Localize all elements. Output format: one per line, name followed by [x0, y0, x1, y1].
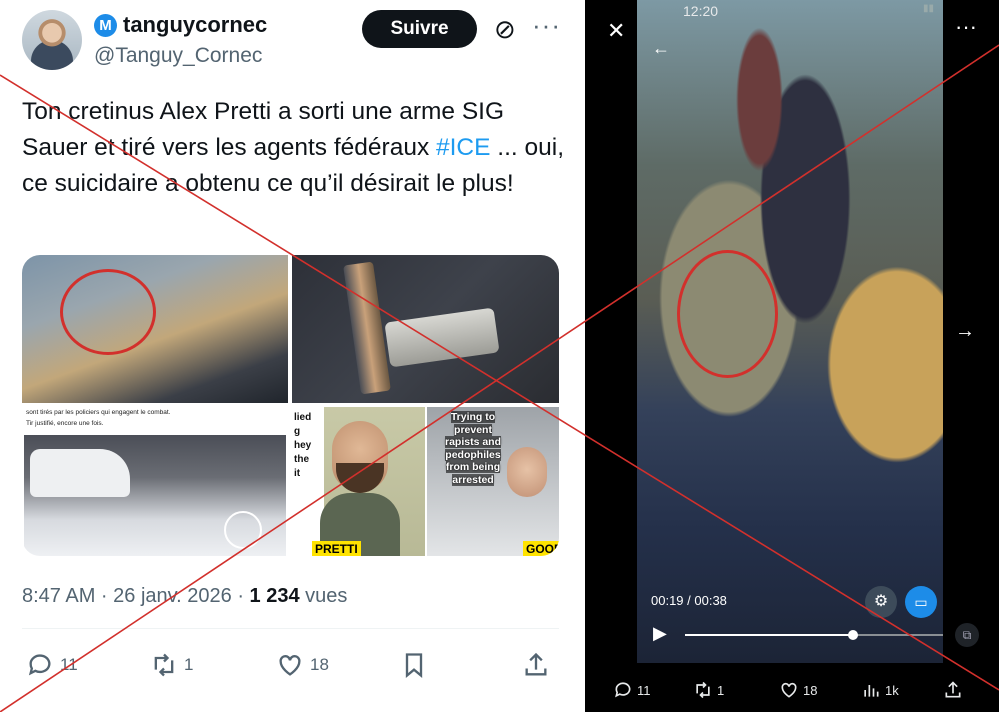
like-count: 18 [803, 682, 818, 698]
views-label: vues [299, 585, 348, 607]
video-timecode: 00:19 / 00:38 [651, 593, 727, 608]
tweet-text-part: Ton cretinus Alex Pretti a sorti une arm… [22, 98, 505, 161]
divider [22, 628, 559, 629]
like-button[interactable]: 18 [276, 651, 329, 679]
media-image-4[interactable]: lied g hey the it PRETTI [292, 407, 425, 556]
reply-count: 11 [637, 682, 651, 698]
repost-icon [154, 653, 174, 677]
repost-button[interactable]: 1 [693, 680, 724, 700]
text-fragment: the [294, 454, 309, 465]
repost-count: 1 [184, 655, 194, 674]
more-options-icon[interactable]: ··· [955, 14, 977, 40]
user-handle[interactable]: @Tanguy_Cornec [94, 44, 262, 68]
text-fragment: g [294, 426, 301, 437]
red-circle-annotation [677, 250, 778, 378]
like-button[interactable]: 18 [779, 680, 817, 700]
follow-button[interactable]: Suivre [362, 10, 477, 48]
text-fragment: it [294, 468, 301, 479]
video-progress-fill [685, 634, 853, 636]
media-caption: sont tirés par les policiers qui engagen… [26, 409, 171, 416]
video-action-bar: 11 1 18 1k [585, 666, 999, 712]
picture-in-picture-icon[interactable]: ⧉ [955, 623, 979, 647]
repost-button[interactable]: 1 [150, 651, 193, 679]
image-label: GOOD [523, 541, 559, 556]
reply-icon [615, 682, 631, 698]
share-button[interactable] [943, 680, 963, 700]
image-label: PRETTI [312, 541, 361, 556]
like-count: 18 [310, 655, 329, 674]
video-progress-handle[interactable] [847, 630, 858, 640]
street-scene-image [24, 435, 286, 556]
status-bar-time: 12:20 [683, 3, 719, 19]
text-fragment: hey [294, 440, 312, 451]
next-arrow-icon[interactable]: → [955, 320, 975, 343]
overlay-text: Trying to prevent rapists and pedophiles… [437, 411, 509, 486]
tweet-panel: M tanguycornec @Tanguy_Cornec Suivre ⊘ ·… [0, 0, 580, 712]
verified-badge-icon: M [94, 14, 117, 37]
media-image-5[interactable]: Trying to prevent rapists and pedophiles… [427, 407, 559, 556]
magazine-shape [343, 261, 391, 395]
reply-button[interactable]: 11 [26, 651, 78, 679]
media-grid[interactable]: sont tirés par les policiers qui engagen… [22, 255, 559, 556]
white-circle-annotation [224, 511, 262, 549]
media-image-2[interactable] [292, 255, 559, 403]
share-icon [525, 652, 547, 676]
text-fragment: lied [294, 412, 312, 423]
repost-count: 1 [717, 682, 725, 698]
signal-icon: ▮▮ [923, 3, 935, 14]
reply-icon [28, 654, 51, 676]
video-progress-bar[interactable] [685, 630, 943, 640]
tweet-text: Ton cretinus Alex Pretti a sorti une arm… [22, 94, 567, 202]
video-frame[interactable]: ← [637, 0, 943, 663]
reply-count: 11 [60, 655, 78, 674]
pistol-shape [384, 307, 500, 368]
close-icon[interactable]: ✕ [607, 18, 625, 44]
action-bar: 11 1 18 [22, 651, 559, 691]
bookmark-button[interactable] [400, 651, 428, 679]
person-face [507, 447, 547, 497]
red-circle-annotation [60, 269, 156, 355]
play-icon[interactable]: ▶ [653, 623, 667, 644]
bookmark-icon [405, 653, 423, 678]
video-viewer-panel: ← 12:20 ▮▮ ✕ ··· → 00:19 / 00:38 ⚙ ▭ ▶ ⧉… [585, 0, 999, 712]
display-name[interactable]: tanguycornec [123, 12, 267, 38]
views-count: 1 234 [249, 585, 300, 607]
tweet-metadata: 8:47 AM · 26 janv. 2026 · 1 234 vues [22, 585, 347, 608]
views-button[interactable]: 1k [861, 680, 899, 700]
heart-icon [279, 655, 301, 676]
repost-icon [696, 681, 710, 699]
media-image-1[interactable] [22, 255, 288, 403]
overlay-text-content: Trying to prevent rapists and pedophiles… [444, 411, 502, 486]
back-arrow-icon[interactable]: ← [652, 38, 670, 59]
views-count: 1k [885, 682, 899, 698]
media-caption: Tir justifié, encore une fois. [26, 420, 104, 427]
analytics-icon [864, 685, 879, 697]
more-options-icon[interactable]: ··· [532, 10, 561, 41]
share-button[interactable] [522, 651, 550, 679]
grok-icon[interactable]: ⊘ [494, 14, 516, 45]
person-beard [336, 463, 384, 493]
airplay-icon[interactable]: ▭ [905, 586, 937, 618]
heart-icon [781, 682, 797, 698]
share-icon [945, 681, 961, 698]
hashtag-link[interactable]: #ICE [436, 134, 490, 161]
car-shape [30, 449, 130, 497]
settings-gear-icon[interactable]: ⚙ [865, 586, 897, 618]
avatar[interactable] [22, 10, 82, 70]
reply-button[interactable]: 11 [613, 680, 651, 700]
media-image-3[interactable]: sont tirés par les policiers qui engagen… [22, 407, 288, 556]
timestamp[interactable]: 8:47 AM · 26 janv. 2026 · [22, 585, 250, 607]
